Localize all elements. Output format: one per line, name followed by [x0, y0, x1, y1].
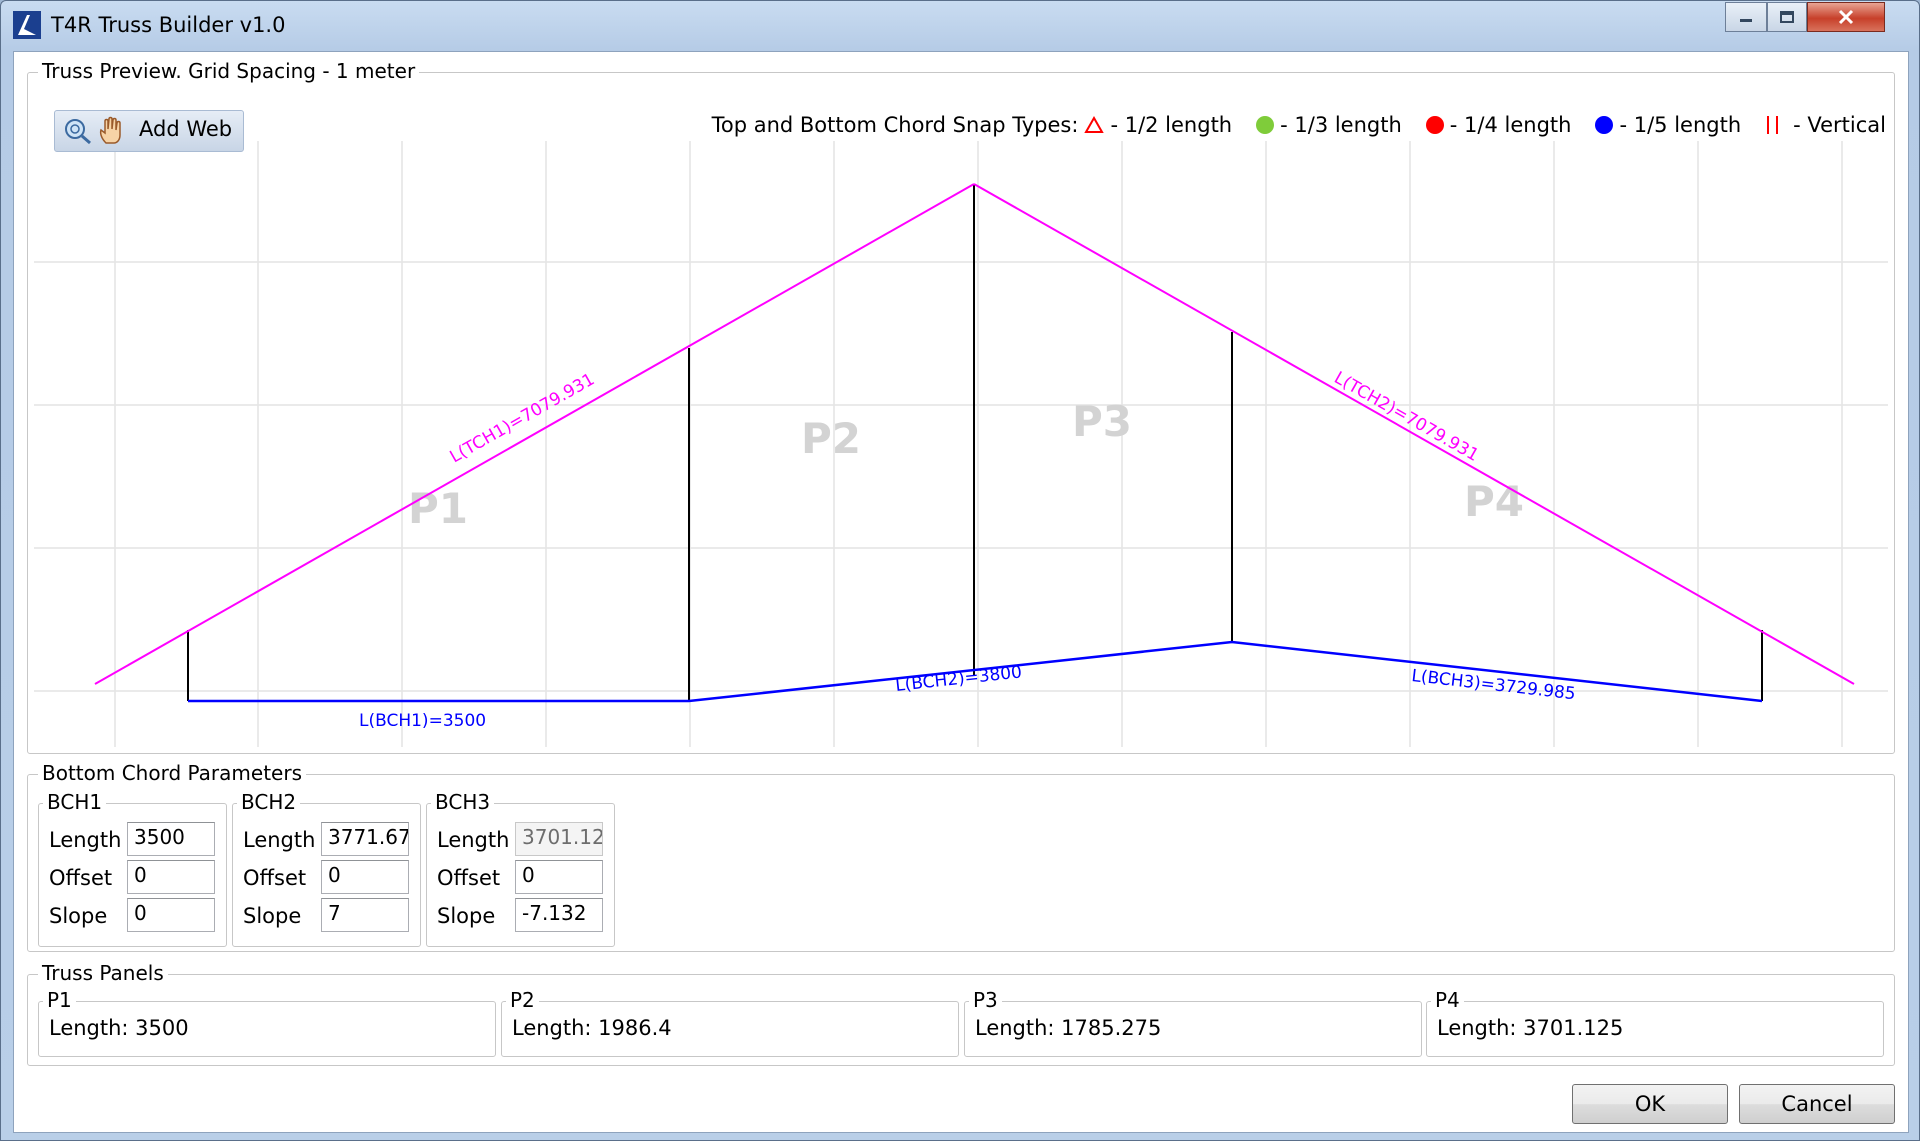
panel-p1-length: Length: 3500: [49, 1016, 189, 1040]
bottom-chord-parameters-group: Bottom Chord Parameters BCH1 Length 3500…: [27, 760, 1895, 952]
maximize-icon: [1780, 11, 1794, 23]
panel-p4-length: Length: 3701.125: [1437, 1016, 1624, 1040]
snap-types-label: Top and Bottom Chord Snap Types:: [711, 113, 1079, 137]
tch1-length-label: L(TCH1)=7079.931: [447, 369, 599, 467]
snap-third-length-text: - 1/3 length: [1280, 113, 1402, 137]
panel-p3-title: P3: [969, 987, 1002, 1013]
bch2-offset-label: Offset: [243, 866, 307, 890]
add-web-button[interactable]: Add Web: [139, 117, 232, 141]
panel-p4-group: P4 Length: 3701.125: [1426, 987, 1884, 1057]
app-logo-icon: [13, 11, 41, 39]
panel-p2-length: Length: 1986.4: [512, 1016, 672, 1040]
snap-types-legend: Top and Bottom Chord Snap Types: - 1/2 l…: [712, 113, 1886, 137]
snap-fifth-length-text: - 1/5 length: [1619, 113, 1742, 137]
maximize-button[interactable]: [1767, 2, 1807, 32]
grid: [34, 141, 1888, 747]
snap-half-length-text: - 1/2 length: [1110, 113, 1233, 137]
panel-p2-title: P2: [506, 987, 539, 1013]
panel-p1-title: P1: [43, 987, 76, 1013]
window-title: T4R Truss Builder v1.0: [51, 13, 286, 37]
truss-builder-window: T4R Truss Builder v1.0 Truss Preview. Gr…: [0, 0, 1920, 1141]
green-dot-icon: [1256, 116, 1275, 134]
bch3-slope-input[interactable]: -7.132: [515, 898, 603, 932]
tch2-length-label: L(TCH2)=7079.931: [1331, 368, 1483, 466]
bch3-group: BCH3 Length 3701.125 Offset 0 Slope -7.1…: [426, 789, 615, 947]
panel-label-p4: P4: [1464, 477, 1524, 526]
snap-quarter-length-text: - 1/4 length: [1449, 113, 1572, 137]
close-icon: [1838, 9, 1854, 25]
ok-button[interactable]: OK: [1572, 1084, 1728, 1124]
truss-preview-canvas[interactable]: P1 P2 P3 P4 L(TCH1)=7079.931 L(TCH2)=707…: [28, 73, 1894, 753]
bch3-offset-input[interactable]: 0: [515, 860, 603, 894]
triangle-outline-icon: [1084, 116, 1105, 133]
zoom-icon[interactable]: [63, 117, 93, 145]
snap-half-length: - 1/2 length: [1084, 113, 1232, 137]
panel-label-p1: P1: [408, 484, 468, 533]
panel-label-p2: P2: [801, 414, 861, 463]
hand-pan-icon[interactable]: [97, 116, 127, 146]
bch3-title: BCH3: [431, 789, 495, 815]
title-bar[interactable]: T4R Truss Builder v1.0: [1, 1, 1919, 51]
panel-p1-group: P1 Length: 3500: [38, 987, 496, 1057]
bch3-length-input: 3701.125: [515, 822, 603, 856]
snap-vertical-text: - Vertical: [1793, 113, 1886, 137]
bch2-offset-input[interactable]: 0: [321, 860, 409, 894]
truss-panels-title: Truss Panels: [38, 960, 168, 986]
minimize-button[interactable]: [1725, 2, 1767, 32]
bch1-offset-label: Offset: [49, 866, 113, 890]
panel-p3-length: Length: 1785.275: [975, 1016, 1162, 1040]
bch2-group: BCH2 Length 3771.675 Offset 0 Slope 7: [232, 789, 421, 947]
cancel-button[interactable]: Cancel: [1739, 1084, 1895, 1124]
red-dot-icon: [1425, 116, 1444, 134]
truss-preview-group: Truss Preview. Grid Spacing - 1 meter P1…: [27, 58, 1895, 754]
snap-vertical: - Vertical: [1765, 113, 1886, 137]
snap-quarter-length: - 1/4 length: [1425, 113, 1572, 137]
bch2-length-label: Length: [243, 828, 316, 852]
bch2-length-input[interactable]: 3771.675: [321, 822, 409, 856]
bch3-offset-label: Offset: [437, 866, 501, 890]
bch3-length-label: Length: [437, 828, 510, 852]
truss-panels-group: Truss Panels P1 Length: 3500 P2 Length: …: [27, 960, 1895, 1066]
minimize-icon: [1740, 19, 1752, 22]
bch2-slope-input[interactable]: 7: [321, 898, 409, 932]
bch3-slope-label: Slope: [437, 904, 496, 928]
bch1-title: BCH1: [43, 789, 107, 815]
bch1-slope-input[interactable]: 0: [127, 898, 215, 932]
bch1-slope-label: Slope: [49, 904, 108, 928]
bch1-length-label: Length: [49, 828, 122, 852]
bch1-group: BCH1 Length 3500 Offset 0 Slope 0: [38, 789, 227, 947]
panel-label-p3: P3: [1072, 397, 1132, 446]
close-button[interactable]: [1807, 2, 1885, 32]
bch2-slope-label: Slope: [243, 904, 302, 928]
snap-fifth-length: - 1/5 length: [1595, 113, 1741, 137]
vertical-bars-icon: [1767, 116, 1779, 134]
snap-third-length: - 1/3 length: [1256, 113, 1402, 137]
blue-dot-icon: [1595, 116, 1614, 134]
panel-labels: P1 P2 P3 P4: [408, 397, 1524, 533]
bch1-length-label: L(BCH1)=3500: [359, 711, 486, 731]
panel-p2-group: P2 Length: 1986.4: [501, 987, 959, 1057]
bch1-offset-input[interactable]: 0: [127, 860, 215, 894]
dialog-client: Truss Preview. Grid Spacing - 1 meter P1…: [13, 51, 1909, 1133]
bch1-length-input[interactable]: 3500: [127, 822, 215, 856]
bottom-chord-parameters-title: Bottom Chord Parameters: [38, 760, 306, 786]
preview-toolbar: Add Web: [54, 110, 244, 152]
bch2-title: BCH2: [237, 789, 301, 815]
panel-p3-group: P3 Length: 1785.275: [964, 987, 1422, 1057]
panel-p4-title: P4: [1431, 987, 1464, 1013]
